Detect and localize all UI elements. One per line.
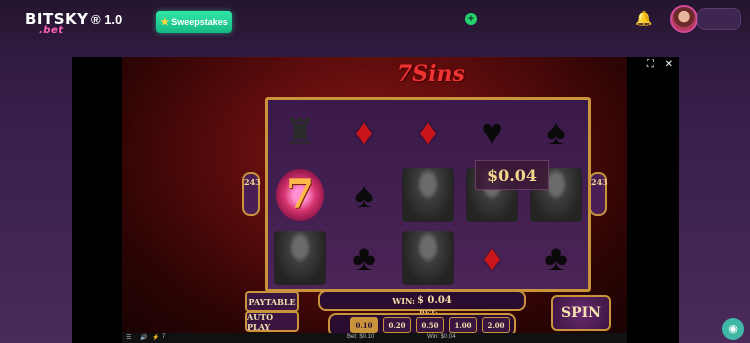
win-popup: $0.04 (475, 160, 549, 190)
status-count: 7 (162, 334, 166, 340)
reel-cell (268, 226, 332, 289)
version-label: ® 1.0 (91, 12, 123, 27)
sweepstakes-button[interactable]: ★ Sweepstakes (156, 11, 232, 33)
bet-option[interactable]: 1.00 (449, 317, 477, 333)
reel-cell: ♦ (332, 100, 396, 163)
seven-icon: 7 (276, 168, 324, 221)
win-label: WIN: (392, 295, 415, 306)
bet-option[interactable]: 0.20 (383, 317, 411, 333)
autoplay-button[interactable]: AUTO PLAY (245, 311, 299, 332)
reel-cell: ♣ (524, 226, 588, 289)
paytable-button[interactable]: PAYTABLE (245, 291, 299, 312)
win-value: $ 0.04 (416, 295, 452, 306)
sweepstakes-label: Sweepstakes (171, 17, 228, 27)
user-menu[interactable] (697, 8, 741, 30)
diamond-icon: ♦ (418, 110, 438, 152)
game-title-text: 7Sins (397, 61, 465, 87)
reel-cell (396, 163, 460, 226)
chat-icon[interactable]: ◉ (722, 318, 744, 340)
reel-5: ♠ ♣ (524, 100, 588, 289)
game-background: 7Sins 243 243 ♜ 7 ♦ ♠ ♣ ♦ ♥ ♦ ♠ ♣ $0.04 … (122, 57, 627, 337)
frame-controls: ⛶ ✕ (639, 59, 673, 70)
reel-cell: ♦ (396, 100, 460, 163)
add-funds-button[interactable]: + (465, 13, 477, 25)
portrait-icon (402, 167, 454, 222)
reel-cell: ♠ (524, 100, 588, 163)
turbo-icon[interactable]: ⚡ (152, 334, 159, 341)
top-bar: BITSKY .bet ® 1.0 ★ Sweepstakes + 🔔 (0, 0, 750, 46)
bell-icon[interactable]: 🔔 (635, 10, 652, 27)
reel-cell (396, 226, 460, 289)
bet-option[interactable]: 0.50 (416, 317, 444, 333)
bet-option[interactable]: 2.00 (482, 317, 510, 333)
reel-1: ♜ 7 (268, 100, 332, 289)
reel-3: ♦ (396, 100, 460, 289)
diamond-icon: ♦ (482, 236, 502, 278)
club-icon: ♣ (544, 236, 568, 278)
avatar[interactable] (670, 5, 698, 33)
reel-cell: ♜ (268, 100, 332, 163)
reel-4: ♥ ♦ (460, 100, 524, 289)
spade-icon: ♠ (546, 110, 566, 152)
logo-sub: .bet (39, 25, 64, 36)
bet-option[interactable]: 0.10 (350, 317, 378, 333)
status-bet: Bet: $0.10 (347, 334, 375, 340)
reel-cell: ♦ (460, 226, 524, 289)
game-frame: ⛶ ✕ 7Sins 243 243 ♜ 7 ♦ ♠ ♣ ♦ ♥ ♦ ♠ ♣ $0… (72, 57, 679, 343)
ways-badge-left: 243 (242, 172, 261, 216)
reel-grid: ♜ 7 ♦ ♠ ♣ ♦ ♥ ♦ ♠ ♣ $0.04 (265, 97, 591, 292)
status-win: Win: $0.04 (427, 334, 456, 340)
star-icon: ★ (160, 16, 170, 28)
club-icon: ♣ (352, 236, 376, 278)
reel-2: ♦ ♠ ♣ (332, 100, 396, 289)
reel-cell: 7 (268, 163, 332, 226)
bell-icon: ♜ (283, 110, 317, 152)
game-status-bar: ☰ 🔊 ⚡ 7 Bet: $0.10 Win: $0.04 (122, 333, 627, 343)
spade-icon: ♠ (354, 173, 374, 215)
portrait-icon (274, 230, 326, 285)
close-icon[interactable]: ✕ (665, 59, 673, 70)
sound-icon[interactable]: 🔊 (140, 334, 147, 341)
fullscreen-icon[interactable]: ⛶ (647, 59, 654, 70)
heart-icon: ♥ (481, 110, 503, 152)
diamond-icon: ♦ (354, 110, 374, 152)
game-title: 7Sins (397, 61, 465, 87)
site-logo[interactable]: BITSKY .bet (25, 10, 89, 36)
win-display: WIN: $ 0.04 (318, 290, 526, 311)
reel-cell: ♠ (332, 163, 396, 226)
reel-cell: ♣ (332, 226, 396, 289)
reel-cell: ♥ (460, 100, 524, 163)
spin-button[interactable]: SPIN (551, 295, 611, 331)
portrait-icon (402, 230, 454, 285)
ways-badge-right: 243 (589, 172, 608, 216)
menu-icon[interactable]: ☰ (126, 334, 131, 341)
